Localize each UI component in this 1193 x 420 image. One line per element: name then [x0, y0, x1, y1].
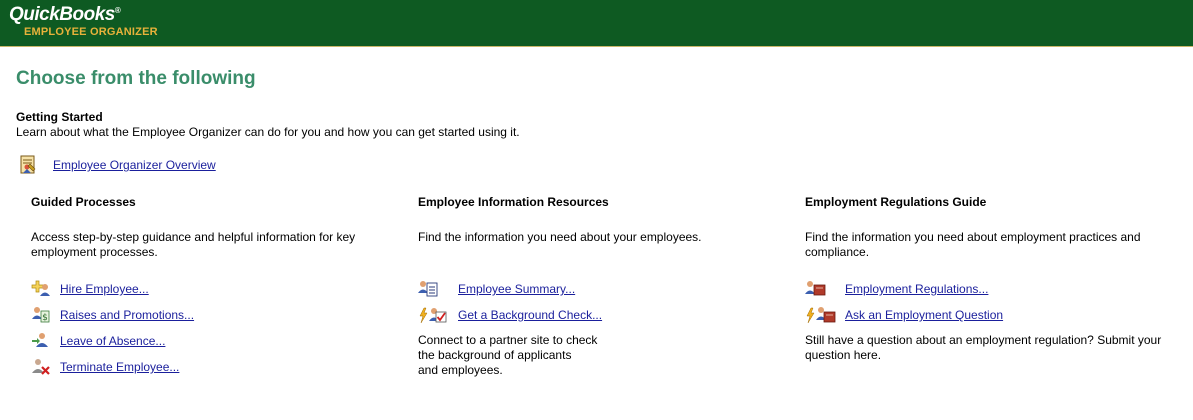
getting-started-heading: Getting Started — [16, 110, 103, 124]
leave-icon[interactable] — [31, 331, 51, 349]
hire-employee-icon[interactable] — [31, 279, 51, 297]
note-line: the background of applicants — [418, 348, 572, 362]
quickbooks-logo: QuickBooks® — [9, 4, 121, 26]
logo-text: QuickBooks — [9, 4, 115, 25]
note-line: Connect to a partner site to check — [418, 333, 598, 347]
employee-summary-link[interactable]: Employee Summary... — [458, 282, 575, 296]
raises-icon[interactable]: $ — [31, 305, 51, 323]
guided-processes-heading: Guided Processes — [31, 195, 136, 209]
leave-of-absence-link[interactable]: Leave of Absence... — [60, 334, 165, 348]
employee-information-description: Find the information you need about your… — [418, 230, 702, 244]
background-check-item[interactable]: Get a Background Check... — [418, 305, 778, 325]
background-check-note: Connect to a partner site to check the b… — [418, 333, 597, 378]
ask-question-icon[interactable] — [805, 305, 837, 325]
terminate-employee-link[interactable]: Terminate Employee... — [60, 360, 179, 374]
guided-processes-section: Guided Processes Access step-by-step gui… — [31, 195, 401, 375]
employee-information-section: Employee Information Resources Find the … — [418, 195, 788, 377]
page-title: Choose from the following — [16, 68, 256, 89]
ask-question-item[interactable]: Ask an Employment Question — [805, 305, 1165, 325]
product-name: EMPLOYEE ORGANIZER — [24, 26, 158, 38]
ask-question-note: Still have a question about an employmen… — [805, 333, 1162, 362]
employee-organizer-overview-link[interactable]: Employee Organizer Overview — [53, 158, 216, 172]
ask-employment-question-link[interactable]: Ask an Employment Question — [845, 308, 1003, 322]
overview-icon[interactable] — [19, 155, 37, 175]
terminate-icon[interactable] — [31, 357, 51, 375]
logo-mark: ® — [114, 6, 121, 15]
employment-regulations-heading: Employment Regulations Guide — [805, 195, 987, 209]
background-check-link[interactable]: Get a Background Check... — [458, 308, 602, 322]
app-header: QuickBooks® EMPLOYEE ORGANIZER — [0, 0, 1193, 47]
employment-regulations-link[interactable]: Employment Regulations... — [845, 282, 988, 296]
svg-text:$: $ — [42, 313, 48, 323]
getting-started-description: Learn about what the Employee Organizer … — [16, 125, 520, 139]
hire-employee-link[interactable]: Hire Employee... — [60, 282, 149, 296]
leave-of-absence-item[interactable]: Leave of Absence... — [31, 331, 391, 351]
terminate-employee-item[interactable]: Terminate Employee... — [31, 357, 391, 377]
employment-regulations-description: Find the information you need about empl… — [805, 230, 1141, 259]
background-check-icon[interactable] — [418, 305, 448, 325]
employee-summary-item[interactable]: Employee Summary... — [418, 279, 778, 299]
regulations-icon[interactable] — [805, 279, 827, 297]
employee-information-heading: Employee Information Resources — [418, 195, 609, 209]
employment-regulations-section: Employment Regulations Guide Find the in… — [805, 195, 1175, 362]
raises-promotions-link[interactable]: Raises and Promotions... — [60, 308, 194, 322]
employment-regulations-item[interactable]: Employment Regulations... — [805, 279, 1165, 299]
employee-summary-icon[interactable] — [418, 279, 440, 297]
guided-processes-description: Access step-by-step guidance and helpful… — [31, 230, 356, 259]
raises-promotions-item[interactable]: $ Raises and Promotions... — [31, 305, 391, 325]
note-line: and employees. — [418, 363, 503, 377]
hire-employee-item[interactable]: Hire Employee... — [31, 279, 391, 299]
